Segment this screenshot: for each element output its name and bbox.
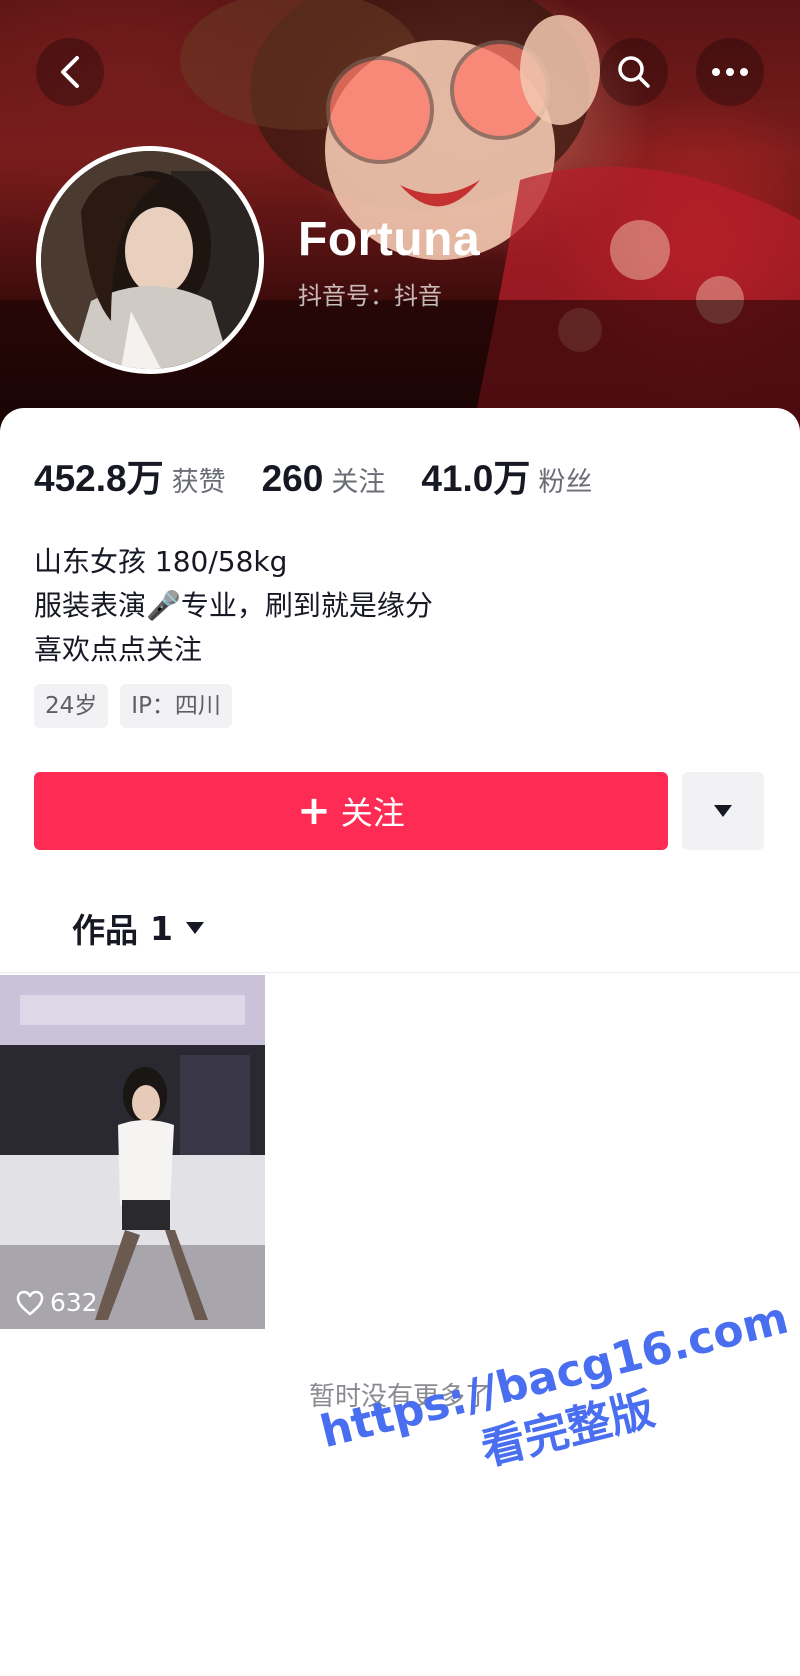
back-button[interactable] <box>36 38 104 106</box>
caret-down-icon <box>185 922 204 934</box>
stat-followers-value: 41.0万 <box>421 458 531 499</box>
stats-row: 452.8万 获赞 260 关注 41.0万 粉丝 <box>34 448 628 499</box>
plus-icon: + <box>297 788 331 834</box>
video-likes-count: 632 <box>50 1288 98 1317</box>
search-button[interactable] <box>600 38 668 106</box>
ip-location-tag: IP：四川 <box>120 684 232 728</box>
tab-works-count: 1 <box>150 908 173 948</box>
video-cover-image <box>0 975 265 1329</box>
divider <box>0 972 800 973</box>
recommend-dropdown-button[interactable] <box>682 772 764 850</box>
back-icon <box>61 56 79 88</box>
stat-likes-label: 获赞 <box>171 467 226 498</box>
bio-line: 山东女孩 180/58kg <box>34 545 288 578</box>
video-thumbnail[interactable]: 632 <box>0 975 265 1329</box>
stat-likes-value: 452.8万 <box>34 458 164 499</box>
account-handle: 抖音号：抖音 <box>298 282 442 310</box>
stat-following-label: 关注 <box>331 467 386 498</box>
stat-likes[interactable]: 452.8万 获赞 <box>34 448 226 502</box>
stat-followers-label: 粉丝 <box>538 467 593 498</box>
age-tag: 24岁 <box>34 684 109 728</box>
heart-icon <box>16 1290 44 1315</box>
bio-line: 服装表演🎤专业，刷到就是缘分 <box>34 589 433 622</box>
bio-line: 喜欢点点关注 <box>34 633 203 666</box>
stat-following-value: 260 <box>261 458 324 499</box>
profile-tags: 24岁 IP：四川 <box>34 684 244 728</box>
more-icon <box>712 68 748 76</box>
search-icon <box>618 56 650 88</box>
tab-works-label: 作品 <box>72 911 138 950</box>
more-button[interactable] <box>696 38 764 106</box>
avatar-photo <box>41 151 259 369</box>
caret-down-icon <box>714 805 732 817</box>
stat-following[interactable]: 260 关注 <box>262 458 386 500</box>
display-name: Fortuna <box>298 213 481 266</box>
bio: 山东女孩 180/58kg 服装表演🎤专业，刷到就是缘分 喜欢点点关注 <box>34 540 433 672</box>
follow-button-label: 关注 <box>340 794 405 832</box>
profile-banner: Fortuna 抖音号：抖音 <box>0 0 800 440</box>
video-likes: 632 <box>16 1288 98 1317</box>
stat-followers[interactable]: 41.0万 粉丝 <box>421 448 592 502</box>
avatar[interactable] <box>36 146 264 374</box>
tab-works[interactable]: 作品 1 <box>72 904 205 952</box>
follow-button[interactable]: + 关注 <box>34 772 668 850</box>
